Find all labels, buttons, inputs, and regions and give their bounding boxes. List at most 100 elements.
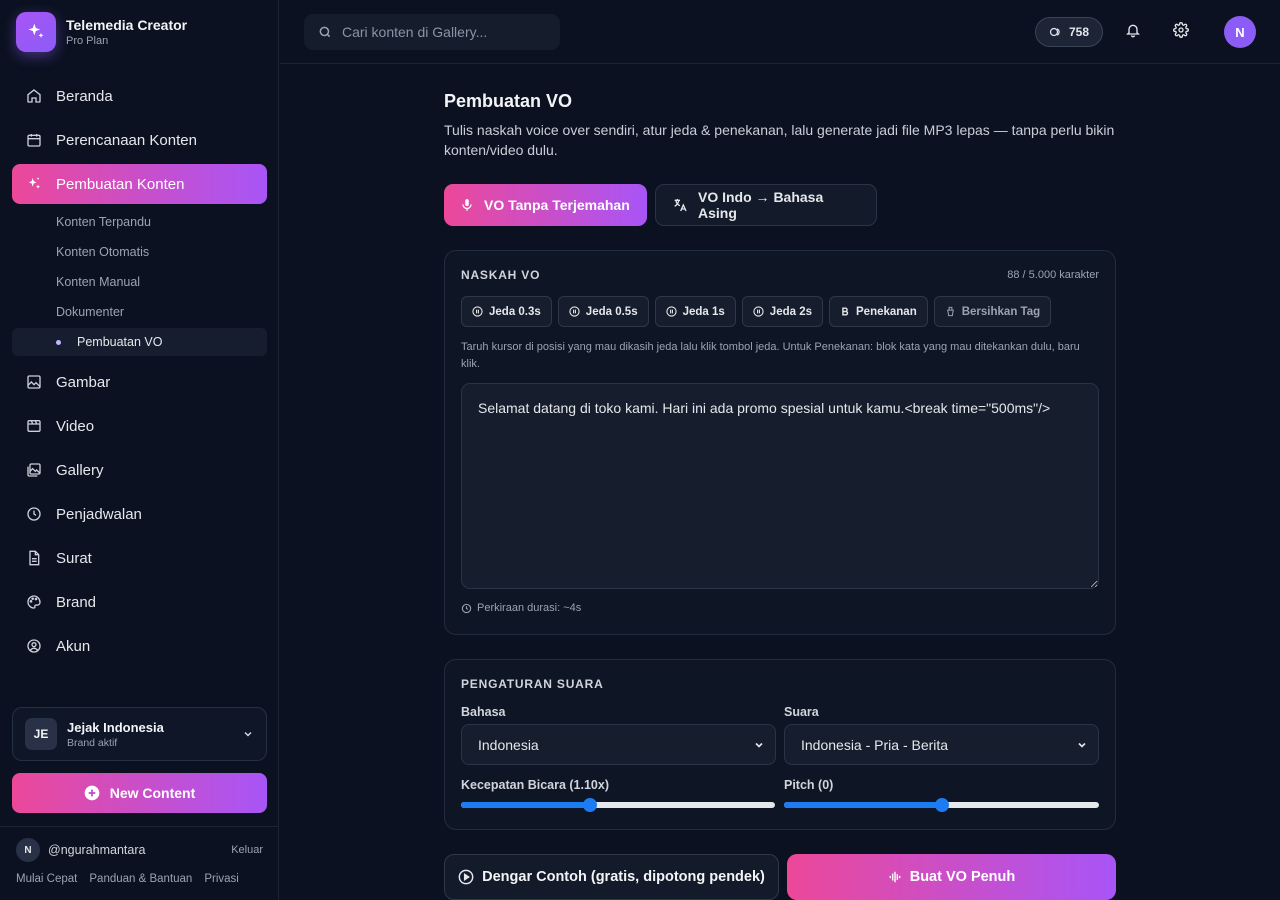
sidebar-item-penjadwalan[interactable]: Penjadwalan: [12, 494, 267, 534]
play-circle-icon: [458, 869, 474, 885]
footer-link-help[interactable]: Panduan & Bantuan: [89, 873, 192, 885]
footer-link-privacy[interactable]: Privasi: [204, 873, 239, 885]
duration-text: Perkiraan durasi: ~4s: [477, 602, 582, 614]
brand-switcher[interactable]: JE Jejak Indonesia Brand aktif: [12, 707, 267, 761]
pause-0-3s-button[interactable]: Jeda 0.3s: [461, 296, 552, 327]
sidebar: Telemedia Creator Pro Plan Beranda Peren…: [0, 0, 279, 900]
speed-slider[interactable]: [461, 797, 775, 813]
pitch-label: Pitch (0): [784, 778, 834, 792]
sidebar-subitem-dokumenter[interactable]: Dokumenter: [12, 298, 267, 326]
sidebar-item-pembuatan-konten[interactable]: Pembuatan Konten: [12, 164, 267, 204]
tag-button-label: Jeda 2s: [769, 305, 812, 318]
bell-icon[interactable]: [1125, 22, 1141, 38]
script-textarea[interactable]: [461, 383, 1099, 589]
pause-2s-button[interactable]: Jeda 2s: [741, 296, 823, 327]
app-brand[interactable]: Telemedia Creator Pro Plan: [16, 12, 187, 52]
tag-toolbar: Jeda 0.3s Jeda 0.5s Jeda 1s Jeda 2s Pene…: [461, 296, 1052, 327]
sidebar-item-label: Penjadwalan: [56, 505, 142, 523]
sidebar-item-surat[interactable]: Surat: [12, 538, 267, 578]
tab-vo-tanpa-terjemahan[interactable]: VO Tanpa Terjemahan: [444, 184, 647, 226]
sidebar-item-label: Perencanaan Konten: [56, 131, 197, 149]
user-avatar-button[interactable]: N: [1224, 16, 1256, 48]
sidebar-item-label: Beranda: [56, 87, 113, 105]
script-card: NASKAH VO 88 / 5.000 karakter Jeda 0.3s …: [444, 250, 1116, 635]
chevron-down-icon: [1076, 739, 1088, 751]
preview-button[interactable]: Dengar Contoh (gratis, dipotong pendek): [444, 854, 779, 900]
clock-icon: [461, 603, 472, 614]
voice-settings-title: PENGATURAN SUARA: [461, 677, 604, 691]
search-input[interactable]: [342, 24, 542, 40]
speed-label: Kecepatan Bicara (1.10x): [461, 778, 609, 792]
script-card-title: NASKAH VO: [461, 268, 541, 282]
tab-vo-indo-bahasa-asing[interactable]: VO Indo → Bahasa Asing: [655, 184, 877, 226]
clock-icon: [26, 506, 42, 522]
credits-badge[interactable]: 758: [1035, 17, 1103, 47]
language-value: Indonesia: [478, 736, 539, 753]
gear-icon[interactable]: [1173, 22, 1189, 38]
sidebar-item-gambar[interactable]: Gambar: [12, 362, 267, 402]
sidebar-item-brand[interactable]: Brand: [12, 582, 267, 622]
topbar: 758 N: [280, 0, 1280, 64]
sidebar-item-akun[interactable]: Akun: [12, 626, 267, 666]
slider-fill: [784, 802, 942, 808]
tag-button-label: Jeda 0.5s: [585, 305, 638, 318]
sidebar-subitem-konten-terpandu[interactable]: Konten Terpandu: [12, 208, 267, 236]
sidebar-item-video[interactable]: Video: [12, 406, 267, 446]
clear-tags-button[interactable]: Bersihkan Tag: [933, 296, 1052, 327]
sidebar-submenu: Konten Terpandu Konten Otomatis Konten M…: [12, 208, 267, 356]
preview-label: Dengar Contoh (gratis, dipotong pendek): [482, 869, 765, 885]
slider-thumb[interactable]: [934, 798, 949, 812]
pause-0-5s-button[interactable]: Jeda 0.5s: [557, 296, 649, 327]
bold-icon: [840, 306, 850, 317]
tag-button-label: Bersihkan Tag: [961, 305, 1041, 318]
sidebar-item-label: Gambar: [56, 373, 111, 391]
generate-label: Buat VO Penuh: [909, 869, 1016, 885]
pause-icon: [569, 306, 580, 317]
sidebar-item-label: Video: [56, 417, 95, 435]
app-name: Telemedia Creator: [66, 17, 188, 33]
generate-vo-button[interactable]: Buat VO Penuh: [787, 854, 1116, 900]
sidebar-subitem-label: Pembuatan VO: [77, 335, 163, 349]
sidebar-item-label: Brand: [56, 593, 97, 611]
user-circle-icon: [26, 638, 42, 654]
pitch-slider[interactable]: [784, 797, 1099, 813]
chevron-down-icon: [753, 739, 765, 751]
language-select[interactable]: Indonesia: [461, 724, 776, 765]
emphasis-button[interactable]: Penekanan: [829, 296, 928, 327]
page-title: Pembuatan VO: [444, 91, 573, 111]
search-box[interactable]: [304, 14, 560, 50]
slider-thumb[interactable]: [582, 798, 597, 812]
footer-links: Mulai Cepat Panduan & Bantuan Privasi: [16, 873, 239, 885]
user-avatar: N: [16, 838, 40, 862]
pause-icon: [665, 306, 677, 317]
language-label: Bahasa: [461, 705, 506, 719]
character-count: 88 / 5.000 karakter: [1007, 269, 1099, 281]
page-description: Tulis naskah voice over sendiri, atur je…: [444, 122, 1115, 158]
voice-value: Indonesia - Pria - Berita: [801, 736, 949, 753]
sidebar-item-label: Gallery: [56, 461, 104, 479]
app-plan: Pro Plan: [66, 35, 109, 47]
sidebar-subitem-konten-manual[interactable]: Konten Manual: [12, 268, 267, 296]
footer-link-quickstart[interactable]: Mulai Cepat: [16, 873, 77, 885]
sidebar-item-beranda[interactable]: Beranda: [12, 76, 267, 116]
action-buttons: Dengar Contoh (gratis, dipotong pendek) …: [444, 854, 1116, 900]
new-content-button[interactable]: New Content: [12, 773, 267, 813]
palette-icon: [26, 594, 42, 610]
sidebar-item-label: Akun: [56, 637, 91, 655]
sidebar-nav: Beranda Perencanaan Konten Pembuatan Kon…: [12, 76, 267, 670]
pause-1s-button[interactable]: Jeda 1s: [654, 296, 736, 327]
sparkle-logo-icon: [16, 12, 56, 52]
sidebar-item-perencanaan-konten[interactable]: Perencanaan Konten: [12, 120, 267, 160]
voice-select[interactable]: Indonesia - Pria - Berita: [784, 724, 1099, 765]
tag-button-label: Jeda 0.3s: [489, 305, 541, 318]
audio-wave-icon: [888, 870, 902, 884]
logout-link[interactable]: Keluar: [231, 844, 263, 856]
sidebar-item-gallery[interactable]: Gallery: [12, 450, 267, 490]
tag-button-label: Jeda 1s: [682, 305, 725, 318]
sidebar-subitem-pembuatan-vo[interactable]: Pembuatan VO: [12, 328, 267, 356]
slider-fill: [461, 802, 590, 808]
tag-button-label: Penekanan: [856, 305, 917, 318]
home-icon: [26, 88, 42, 104]
sidebar-item-label: Surat: [56, 549, 92, 567]
sidebar-subitem-konten-otomatis[interactable]: Konten Otomatis: [12, 238, 267, 266]
